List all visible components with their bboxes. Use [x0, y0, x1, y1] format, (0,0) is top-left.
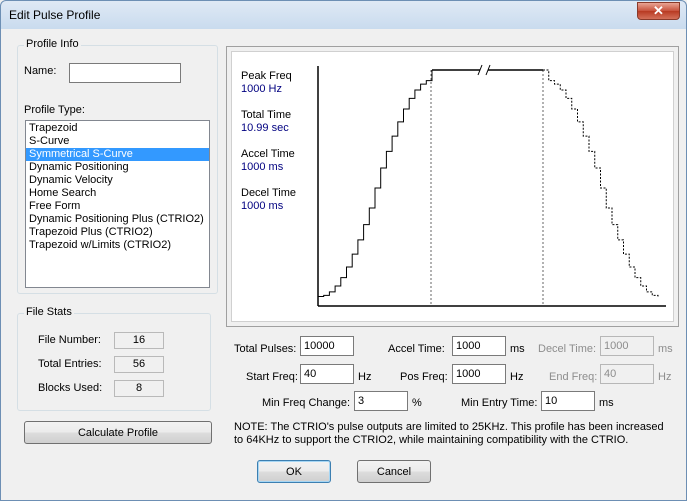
file-stats-group: File Stats File Number: 16 Total Entries…: [17, 306, 211, 411]
total-entries-label: Total Entries:: [38, 358, 102, 370]
pos-freq-unit: Hz: [510, 371, 524, 383]
profile-type-item[interactable]: Dynamic Positioning Plus (CTRIO2): [26, 213, 209, 226]
blocks-used-label: Blocks Used:: [38, 382, 103, 394]
end-freq-unit: Hz: [658, 371, 672, 383]
profile-type-item[interactable]: Trapezoid w/Limits (CTRIO2): [26, 239, 209, 252]
end-freq-field[interactable]: [600, 364, 654, 384]
profile-type-item[interactable]: Trapezoid: [26, 122, 209, 135]
file-number-value: 16: [114, 332, 164, 349]
ctrio-note: NOTE: The CTRIO's pulse outputs are limi…: [234, 421, 664, 446]
profile-type-item[interactable]: Dynamic Positioning: [26, 161, 209, 174]
close-icon[interactable]: ✕: [637, 2, 680, 20]
profile-type-item[interactable]: Symmetrical S-Curve: [26, 148, 209, 161]
blocks-used-value: 8: [114, 380, 164, 397]
profile-curve-svg: [317, 64, 666, 307]
min-freq-change-field[interactable]: [354, 391, 408, 411]
min-entry-time-label: Min Entry Time:: [461, 397, 538, 409]
profile-type-item[interactable]: Home Search: [26, 187, 209, 200]
window-title: Edit Pulse Profile: [9, 8, 101, 22]
min-entry-time-field[interactable]: [541, 391, 595, 411]
calculate-profile-button[interactable]: Calculate Profile: [24, 421, 212, 444]
profile-info-group: Profile Info Name: Profile Type: Trapezo…: [17, 38, 218, 294]
start-freq-unit: Hz: [358, 371, 372, 383]
ok-button[interactable]: OK: [257, 460, 331, 483]
pos-freq-field[interactable]: [452, 364, 506, 384]
profile-type-label: Profile Type:: [24, 104, 85, 116]
dialog-window: Edit Pulse Profile ✕ Profile Info Name: …: [0, 0, 687, 501]
file-stats-label: File Stats: [24, 306, 74, 318]
profile-type-item[interactable]: Trapezoid Plus (CTRIO2): [26, 226, 209, 239]
min-entry-time-unit: ms: [599, 397, 614, 409]
profile-type-item[interactable]: Free Form: [26, 200, 209, 213]
profile-type-list[interactable]: Trapezoid S-Curve Symmetrical S-Curve Dynam…: [25, 120, 210, 288]
min-freq-change-unit: %: [412, 397, 422, 409]
name-field[interactable]: [69, 63, 181, 83]
start-freq-label: Start Freq:: [246, 371, 298, 383]
total-pulses-field[interactable]: [300, 336, 354, 356]
chart-plot-area: Peak Freq 1000 Hz Total Time 10.99 sec A…: [231, 51, 674, 322]
title-bar[interactable]: Edit Pulse Profile ✕: [1, 1, 686, 28]
min-freq-change-label: Min Freq Change:: [262, 397, 351, 409]
decel-time-unit: ms: [658, 343, 673, 355]
accel-time-field[interactable]: [452, 336, 506, 356]
decel-curve: [543, 69, 659, 297]
profile-type-item[interactable]: S-Curve: [26, 135, 209, 148]
profile-info-label: Profile Info: [24, 38, 81, 50]
pos-freq-label: Pos Freq:: [400, 371, 448, 383]
dialog-body: Profile Info Name: Profile Type: Trapezo…: [8, 29, 680, 495]
cancel-button[interactable]: Cancel: [357, 460, 431, 483]
total-entries-value: 56: [114, 356, 164, 373]
accel-time-unit: ms: [510, 343, 525, 355]
accel-curve: [318, 70, 433, 298]
accel-time-label: Accel Time:: [388, 343, 445, 355]
decel-time-field[interactable]: [600, 336, 654, 356]
file-number-label: File Number:: [38, 334, 101, 346]
end-freq-label: End Freq:: [549, 371, 598, 383]
profile-chart: Peak Freq 1000 Hz Total Time 10.99 sec A…: [226, 46, 679, 327]
decel-time-label: Decel Time:: [538, 343, 597, 355]
profile-type-item[interactable]: Dynamic Velocity: [26, 174, 209, 187]
name-label: Name:: [24, 65, 57, 77]
total-pulses-label: Total Pulses:: [234, 343, 297, 355]
start-freq-field[interactable]: [300, 364, 354, 384]
